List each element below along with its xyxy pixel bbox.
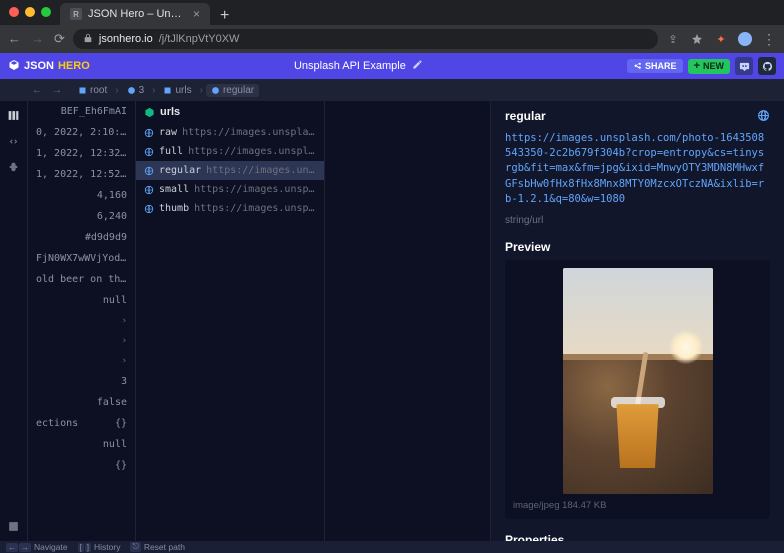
breadcrumb-root[interactable]: root [73,84,112,97]
favicon-icon: R [70,8,82,20]
send-icon[interactable]: ⇪ [666,32,680,46]
list-item[interactable]: false [28,392,135,413]
cube-icon [8,59,20,74]
rail-code-icon[interactable] [5,132,23,150]
url-path: /j/tJlKnpVtY0XW [159,33,240,45]
breadcrumb-index[interactable]: 3 [122,84,150,97]
preview-heading: Preview [505,240,770,254]
inspector-title: regular [505,109,546,123]
preview-image[interactable] [563,268,713,494]
column-leaf [325,101,491,541]
profile-avatar[interactable] [738,32,752,46]
globe-icon [143,184,154,195]
list-item[interactable]: › [28,331,135,351]
bookmark-icon[interactable] [690,32,704,46]
inspector-panel: regular https://images.unsplash.com/phot… [491,101,784,541]
breadcrumb-urls[interactable]: urls [158,84,196,97]
list-item[interactable]: 1, 2022, 12:32:02 PM [28,143,135,164]
list-item[interactable]: ections{} [28,413,135,434]
browser-urlbar: ← → ⟳ jsonhero.io/j/tJlKnpVtY0XW ⇪ ✦ ⋮ [0,25,784,53]
close-icon[interactable]: × [193,7,200,21]
list-item[interactable]: › [28,311,135,331]
share-button[interactable]: SHARE [627,59,683,73]
list-item-small[interactable]: small https://images.unsplash.com/p… [136,180,324,199]
globe-icon [143,146,154,157]
app-header: JSONHERO Unsplash API Example SHARE + NE… [0,53,784,79]
rail-columns-icon[interactable] [5,106,23,124]
browser-tabbar: R JSON Hero – Unsplash API Ex… × + [0,0,784,25]
list-item-full[interactable]: full https://images.unsplash.com/ph… [136,142,324,161]
list-item[interactable]: › [28,351,135,371]
rail-export-icon[interactable] [5,517,23,535]
github-icon[interactable] [758,57,776,75]
list-item[interactable]: BEF_Eh6FmAI [28,101,135,122]
column-ancestors: BEF_Eh6FmAI0, 2022, 2:10:14 AM1, 2022, 1… [28,101,136,541]
inspector-url[interactable]: https://images.unsplash.com/photo-164350… [505,131,770,207]
status-bar: ←→ Navigate [] History ⎋ Reset path [0,541,784,553]
back-button[interactable]: ← [8,31,21,47]
list-item[interactable]: 1, 2022, 12:52:01 PM [28,164,135,185]
column-header: urls [136,101,324,123]
window-controls[interactable] [9,7,51,17]
list-item-thumb[interactable]: thumb https://images.unsplash.com/… [136,199,324,218]
breadcrumb-regular[interactable]: regular [206,84,259,97]
list-item[interactable]: 0, 2022, 2:10:14 AM [28,122,135,143]
footer-history[interactable]: [] History [78,542,121,552]
properties-heading: Properties [505,533,770,541]
rail-tree-icon[interactable] [5,158,23,176]
list-item[interactable]: FjN0WX7wWVjYod9Ga#a [28,248,135,269]
column-urls: urls raw https://images.unsplash.com/ph…… [136,101,325,541]
app-logo[interactable]: JSONHERO [8,59,90,74]
reload-button[interactable]: ⟳ [54,31,65,47]
inspector-type: string/url [505,215,770,226]
list-item[interactable]: 6,240 [28,206,135,227]
list-item[interactable]: 4,160 [28,185,135,206]
list-item[interactable]: null [28,290,135,311]
globe-icon [143,165,154,176]
list-item[interactable]: #d9d9d9 [28,227,135,248]
list-item[interactable]: old beer on the beach [28,269,135,290]
list-item[interactable]: {} [28,455,135,476]
address-bar[interactable]: jsonhero.io/j/tJlKnpVtY0XW [73,29,658,49]
discord-icon[interactable] [735,57,753,75]
breadcrumb-forward[interactable]: → [48,84,66,97]
lock-icon [83,33,93,46]
document-title: Unsplash API Example [294,60,406,72]
menu-icon[interactable]: ⋮ [762,32,776,46]
image-meta: image/jpeg 184.47 KB [513,500,606,511]
preview-box: image/jpeg 184.47 KB [505,260,770,519]
forward-button[interactable]: → [31,31,44,47]
list-item[interactable]: null [28,434,135,455]
list-item-raw[interactable]: raw https://images.unsplash.com/ph… [136,123,324,142]
new-button[interactable]: + NEW [688,59,730,74]
footer-reset[interactable]: ⎋ Reset path [130,542,184,552]
tab-title: JSON Hero – Unsplash API Ex… [88,8,187,20]
extensions-icon[interactable]: ✦ [714,32,728,46]
globe-icon[interactable] [757,109,770,125]
left-rail [0,101,28,541]
url-host: jsonhero.io [99,33,153,45]
breadcrumb-back[interactable]: ← [28,84,46,97]
browser-tab[interactable]: R JSON Hero – Unsplash API Ex… × [60,3,210,25]
globe-icon [143,127,154,138]
breadcrumb: ← → root › 3 › urls › regular [0,79,784,101]
footer-navigate[interactable]: ←→ Navigate [6,542,68,552]
edit-icon[interactable] [412,59,423,73]
new-tab-button[interactable]: + [210,7,239,25]
list-item[interactable]: 3 [28,371,135,392]
list-item-regular[interactable]: regular https://images.unsplash.com… [136,161,324,180]
globe-icon [143,203,154,214]
